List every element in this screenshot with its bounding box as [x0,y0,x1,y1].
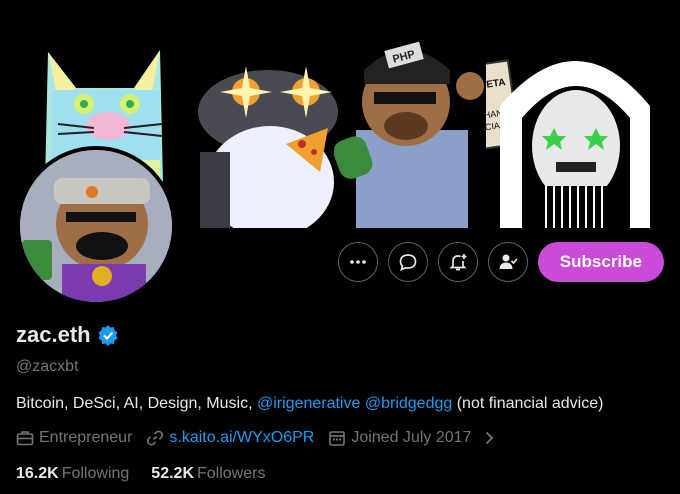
profile-meta: Entrepreneur s.kaito.ai/WYxO6PR Joined J… [16,429,512,447]
joined[interactable]: Joined July 2017 [328,429,498,447]
message-icon [399,254,417,271]
bell-plus-icon [449,254,467,271]
more-icon [349,260,366,264]
followers-label: Followers [197,465,266,482]
following-count: 16.2K [16,465,59,482]
subscribe-button[interactable]: Subscribe [537,242,664,282]
avatar-bear-icon [20,150,172,302]
mention-bridgedgg[interactable]: @bridgedgg [365,395,452,412]
more-button[interactable] [337,242,378,282]
message-button[interactable] [387,242,428,282]
calendar-icon [329,431,346,446]
person-check-icon [499,254,518,269]
avatar[interactable] [16,146,176,306]
frog-artwork [198,66,338,228]
website-link[interactable]: s.kaito.ai/WYxO6PR [169,429,314,447]
following-stat[interactable]: 16.2K Following [16,465,129,483]
bio-text-end: (not financial advice) [452,395,604,412]
joined-label: Joined July 2017 [351,429,472,446]
bear-artwork: PHP [334,41,484,228]
following-button[interactable] [487,242,528,282]
category-label: Entrepreneur [39,429,133,446]
handle: @zacxbt [16,358,79,375]
chevron-right-icon [486,431,494,445]
verified-badge-icon[interactable] [97,324,119,346]
mention-irigenerative[interactable]: @irigenerative [257,395,360,412]
follow-stats: 16.2K Following 52.2K Followers [16,465,287,483]
followers-stat[interactable]: 52.2K Followers [151,465,265,483]
briefcase-icon [16,431,34,446]
notify-button[interactable] [437,242,478,282]
bio-text: Bitcoin, DeSci, AI, Design, Music, [16,395,257,412]
link-icon [147,430,164,446]
skull-artwork: MONETA EXCHANGE SPECIALIST [486,59,650,228]
bio: Bitcoin, DeSci, AI, Design, Music, @irig… [16,395,603,413]
category: Entrepreneur [16,429,132,447]
display-name: zac.eth [16,322,91,347]
followers-count: 52.2K [151,465,194,482]
website: s.kaito.ai/WYxO6PR [146,429,314,447]
name-row: zac.eth [16,322,119,348]
following-label: Following [61,465,130,482]
profile-actions: Subscribe [337,241,664,283]
